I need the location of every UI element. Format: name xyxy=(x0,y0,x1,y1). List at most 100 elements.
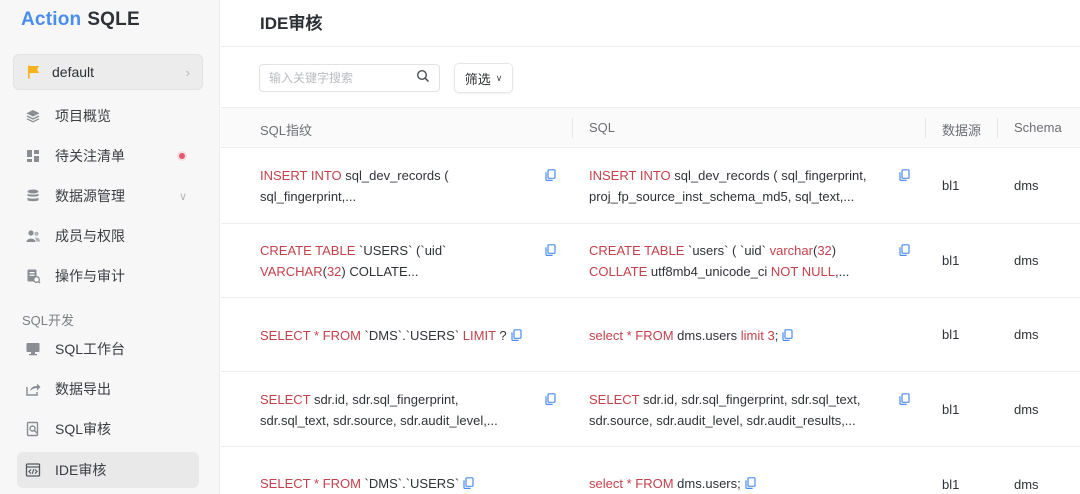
search-input[interactable] xyxy=(269,71,416,85)
table-row[interactable]: SELECT * FROM `DMS`.`USERS` select * FROM… xyxy=(221,447,1080,494)
schema-cell: dms xyxy=(1014,178,1039,193)
code-line: SELECT sdr.id, sdr.sql_fingerprint, xyxy=(260,391,459,407)
filter-button[interactable]: 筛选 ∨ xyxy=(454,63,513,93)
search-box xyxy=(259,64,440,92)
fingerprint-cell: SELECT sdr.id, sdr.sql_fingerprint, sdr.s… xyxy=(260,389,498,431)
code-line: COLLATE utf8mb4_unicode_ci NOT NULL,... xyxy=(589,264,850,279)
code-window-icon xyxy=(25,462,41,478)
page-title: IDE审核 xyxy=(260,14,323,33)
sql-cell: INSERT INTO sql_dev_records ( sql_finger… xyxy=(589,165,866,207)
users-icon xyxy=(25,228,41,244)
code-line: SELECT sdr.id, sdr.sql_fingerprint, sdr.… xyxy=(589,391,861,407)
project-name: default xyxy=(52,64,95,80)
copy-icon[interactable] xyxy=(899,393,910,405)
export-icon xyxy=(25,381,41,397)
copy-icon[interactable] xyxy=(463,477,474,489)
code-line: INSERT INTO sql_dev_records ( xyxy=(260,168,449,183)
code-line: proj_fp_source_inst_schema_md5, sql_text… xyxy=(589,189,855,204)
database-icon xyxy=(25,188,41,204)
code-line: sdr.source, sdr.audit_level, sdr.audit_r… xyxy=(589,412,856,428)
sidebar-item-overview[interactable]: 项目概览 xyxy=(17,98,199,134)
chevron-down-icon: ∨ xyxy=(178,190,187,203)
header-divider xyxy=(221,46,1080,47)
copy-icon[interactable] xyxy=(511,329,522,341)
column-divider xyxy=(997,118,998,138)
datasource-cell: bl1 xyxy=(942,401,960,417)
copy-icon[interactable] xyxy=(545,244,556,256)
layers-icon xyxy=(25,108,41,124)
table-header: SQL指纹 SQL 数据源 Schema xyxy=(221,107,1080,148)
table-row[interactable]: CREATE TABLE `USERS` (`uid` VARCHAR(32) C… xyxy=(221,224,1080,298)
code-line: select * FROM dms.users limit 3; xyxy=(589,325,793,346)
datasource-cell: bl1 xyxy=(942,253,960,268)
audit-log-icon xyxy=(25,268,41,284)
sidebar-item-workbench[interactable]: SQL工作台 xyxy=(17,331,199,367)
sidebar-item-label: SQL工作台 xyxy=(55,341,126,357)
code-line: select * FROM dms.users; xyxy=(589,473,756,494)
search-icon[interactable] xyxy=(416,69,430,88)
sql-cell: SELECT sdr.id, sdr.sql_fingerprint, sdr.… xyxy=(589,389,860,431)
schema-cell: dms xyxy=(1014,477,1039,492)
dashboard-icon xyxy=(25,148,41,164)
column-header-sql[interactable]: SQL xyxy=(589,120,615,135)
sidebar: Action SQLE default › 项目概览 待关注清单 数据源管理 ∨ … xyxy=(0,0,220,494)
sidebar-group-title: SQL开发 xyxy=(22,313,75,328)
copy-icon[interactable] xyxy=(899,244,910,256)
sidebar-item-label: 项目概览 xyxy=(55,108,111,124)
sidebar-item-sql-audit[interactable]: SQL审核 xyxy=(17,411,199,447)
fingerprint-cell: SELECT * FROM `DMS`.`USERS` xyxy=(260,473,474,494)
copy-icon[interactable] xyxy=(782,329,793,341)
brand-part-sqle: SQLE xyxy=(87,9,140,30)
copy-icon[interactable] xyxy=(545,393,556,405)
chevron-down-icon: ∨ xyxy=(495,72,503,83)
chevron-right-icon: › xyxy=(185,64,190,80)
code-line: CREATE TABLE `USERS` (`uid` xyxy=(260,243,447,258)
code-line: sdr.sql_text, sdr.source, sdr.audit_leve… xyxy=(260,412,498,428)
sidebar-item-label: 待关注清单 xyxy=(55,148,125,164)
fingerprint-cell: CREATE TABLE `USERS` (`uid` VARCHAR(32) C… xyxy=(260,240,446,282)
sql-cell: select * FROM dms.users limit 3; xyxy=(589,325,793,346)
sidebar-item-label: 操作与审计 xyxy=(55,268,125,284)
copy-icon[interactable] xyxy=(745,477,756,489)
sql-cell: CREATE TABLE `users` ( `uid` varchar(32)… xyxy=(589,240,849,282)
fingerprint-cell: SELECT * FROM `DMS`.`USERS` LIMIT ? xyxy=(260,325,522,346)
monitor-icon xyxy=(25,341,41,357)
schema-cell: dms xyxy=(1014,327,1039,342)
schema-cell: dms xyxy=(1014,401,1039,417)
brand-logo[interactable]: Action SQLE xyxy=(21,9,140,31)
column-header-schema[interactable]: Schema xyxy=(1014,120,1062,135)
sidebar-item-label: 数据导出 xyxy=(55,381,111,397)
datasource-cell: bl1 xyxy=(942,178,960,193)
copy-icon[interactable] xyxy=(899,169,910,181)
code-line: sql_fingerprint,... xyxy=(260,189,357,204)
table-row[interactable]: INSERT INTO sql_dev_records ( sql_fingerp… xyxy=(221,148,1080,224)
column-divider xyxy=(925,118,926,138)
column-header-fingerprint[interactable]: SQL指纹 xyxy=(260,120,312,139)
code-line: SELECT * FROM `DMS`.`USERS` xyxy=(260,473,474,494)
sidebar-item-members[interactable]: 成员与权限 xyxy=(17,218,199,254)
sidebar-item-ide-audit[interactable]: IDE审核 xyxy=(17,452,199,488)
code-line: VARCHAR(32) COLLATE... xyxy=(260,264,419,279)
table-row[interactable]: SELECT sdr.id, sdr.sql_fingerprint, sdr.s… xyxy=(221,372,1080,447)
sidebar-item-label: IDE审核 xyxy=(55,462,107,478)
copy-icon[interactable] xyxy=(545,169,556,181)
fingerprint-cell: INSERT INTO sql_dev_records ( sql_fingerp… xyxy=(260,165,449,207)
column-header-datasource[interactable]: 数据源 xyxy=(942,120,981,139)
brand-part-action: Action xyxy=(21,9,82,30)
sidebar-item-export[interactable]: 数据导出 xyxy=(17,371,199,407)
sidebar-item-watchlist[interactable]: 待关注清单 xyxy=(17,138,199,174)
column-divider xyxy=(572,118,573,138)
notification-dot xyxy=(179,153,185,159)
code-line: CREATE TABLE `users` ( `uid` varchar(32) xyxy=(589,243,837,258)
sidebar-item-datasource[interactable]: 数据源管理 ∨ xyxy=(17,178,199,214)
filter-label: 筛选 xyxy=(464,71,491,87)
schema-cell: dms xyxy=(1014,253,1039,268)
flag-icon xyxy=(26,64,42,80)
table-row[interactable]: SELECT * FROM `DMS`.`USERS` LIMIT ? selec… xyxy=(221,298,1080,372)
file-search-icon xyxy=(25,421,41,437)
sidebar-item-label: 数据源管理 xyxy=(55,188,125,204)
datasource-cell: bl1 xyxy=(942,477,960,492)
main-content: IDE审核 筛选 ∨ SQL指纹 SQL 数据源 Schema INSERT I… xyxy=(221,0,1080,494)
project-selector[interactable]: default › xyxy=(13,54,203,90)
sidebar-item-audit[interactable]: 操作与审计 xyxy=(17,258,199,294)
